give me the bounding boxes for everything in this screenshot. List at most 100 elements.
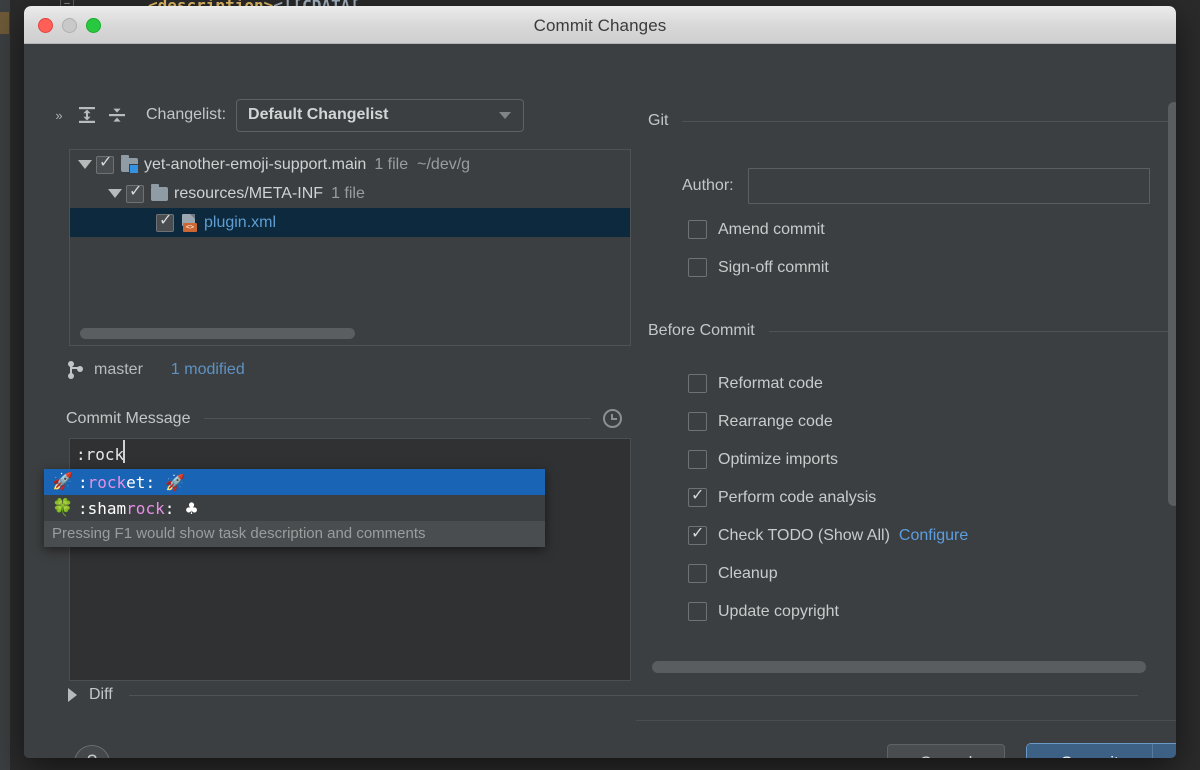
- section-divider: [204, 418, 591, 419]
- branch-node-bottom: [68, 373, 74, 379]
- right-panel: Git Author: Amend commit Sign-off commit…: [636, 44, 1176, 758]
- tree-row-checkbox[interactable]: [96, 154, 114, 174]
- autocomplete-item-preview: 🚀: [165, 472, 185, 492]
- table-row[interactable]: <> plugin.xml: [70, 208, 630, 237]
- reformat-code-option[interactable]: Reformat code: [688, 374, 823, 393]
- folder-icon: [151, 183, 168, 201]
- autocomplete-match: rock: [126, 498, 165, 518]
- reformat-code-checkbox[interactable]: [688, 374, 707, 393]
- collapse-all-glyph: [109, 108, 125, 122]
- xml-file-icon: <>: [181, 213, 197, 232]
- help-icon[interactable]: ?: [74, 745, 110, 758]
- tree-expand-toggle[interactable]: [78, 160, 92, 169]
- cleanup-checkbox[interactable]: [688, 564, 707, 583]
- check-todo-checkbox[interactable]: [688, 524, 707, 545]
- collapse-all-icon[interactable]: [102, 100, 132, 130]
- tree-expand-toggle[interactable]: [108, 189, 122, 198]
- autocomplete-suffix: :: [164, 498, 175, 518]
- rearrange-code-option[interactable]: Rearrange code: [688, 412, 833, 431]
- author-field[interactable]: [747, 168, 1150, 204]
- xml-file-fold: [190, 213, 195, 219]
- update-copyright-checkbox[interactable]: [688, 602, 707, 621]
- ide-left-gutter: [0, 0, 10, 770]
- expand-all-icon[interactable]: [72, 100, 102, 130]
- chevron-right-icon[interactable]: [68, 688, 77, 702]
- perform-code-analysis-option[interactable]: Perform code analysis: [688, 486, 876, 507]
- cleanup-option[interactable]: Cleanup: [688, 564, 778, 583]
- author-row: Author:: [682, 168, 1150, 204]
- tree-row-name: plugin.xml: [204, 213, 277, 231]
- clock-icon[interactable]: [603, 409, 622, 428]
- section-divider: [682, 120, 1176, 122]
- rearrange-code-checkbox[interactable]: [688, 412, 707, 431]
- commit-dropdown-button[interactable]: [1152, 744, 1176, 758]
- changelist-toolbar: » Changelist: Default Changelist: [46, 98, 525, 132]
- autocomplete-prefix: :sham: [78, 498, 127, 518]
- optimize-imports-label: Optimize imports: [718, 450, 839, 468]
- tree-row-checkbox[interactable]: [156, 212, 174, 232]
- amend-commit-checkbox[interactable]: [688, 220, 707, 239]
- overflow-chevrons-icon[interactable]: »: [46, 100, 72, 130]
- autocomplete-item[interactable]: 🚀 :rocket: 🚀: [44, 469, 545, 495]
- table-row[interactable]: yet-another-emoji-support.main 1 file ~/…: [70, 150, 630, 179]
- tree-row-name: resources/META-INF: [174, 184, 324, 202]
- commit-button-group: Commit: [1027, 744, 1176, 758]
- amend-commit-option[interactable]: Amend commit: [688, 220, 825, 239]
- check-todo-option[interactable]: Check TODO (Show All) Configure: [688, 524, 968, 545]
- autocomplete-item-code: :rocket:: [78, 473, 155, 492]
- check-todo-label: Check TODO (Show All): [718, 526, 890, 544]
- changed-files-tree[interactable]: yet-another-emoji-support.main 1 file ~/…: [69, 149, 631, 346]
- chevron-down-icon: [499, 111, 512, 119]
- autocomplete-item-code: :shamrock:: [78, 499, 174, 518]
- changelist-dropdown[interactable]: Default Changelist: [236, 98, 525, 132]
- diff-label: Diff: [89, 686, 113, 703]
- before-commit-section-title: Before Commit: [648, 322, 755, 339]
- dialog-body: » Changelist: Default Changelist ✓ yet-a…: [24, 44, 1176, 758]
- tree-row-name: yet-another-emoji-support.main: [144, 155, 367, 173]
- update-copyright-label: Update copyright: [718, 602, 839, 620]
- tree-row-checkbox[interactable]: [126, 183, 144, 203]
- commit-message-value: :rock: [76, 445, 125, 464]
- tree-horizontal-scrollbar[interactable]: [80, 328, 355, 339]
- commit-button[interactable]: Commit: [1027, 744, 1152, 758]
- commit-changes-dialog: Commit Changes » Changelist: Default Cha…: [24, 6, 1176, 758]
- module-folder-icon: [121, 154, 139, 174]
- reformat-code-label: Reformat code: [718, 374, 823, 392]
- optimize-imports-checkbox[interactable]: [688, 450, 707, 469]
- sign-off-commit-checkbox[interactable]: [688, 258, 707, 277]
- sign-off-commit-option[interactable]: Sign-off commit: [688, 258, 829, 277]
- dialog-titlebar[interactable]: Commit Changes: [24, 6, 1176, 44]
- autocomplete-suffix: et:: [126, 472, 156, 492]
- autocomplete-prefix: :: [78, 472, 88, 492]
- commit-message-label: Commit Message: [66, 409, 191, 427]
- tree-row-filecount: 1 file: [331, 184, 365, 202]
- autocomplete-item[interactable]: 🍀 :shamrock: ♣: [44, 495, 545, 521]
- branch-node-right: [77, 366, 83, 372]
- sign-off-commit-label: Sign-off commit: [718, 258, 829, 276]
- optimize-imports-option[interactable]: Optimize imports: [688, 450, 838, 469]
- table-row[interactable]: resources/META-INF 1 file: [70, 179, 630, 208]
- section-divider: [768, 330, 1176, 332]
- autocomplete-match: rock: [87, 472, 127, 492]
- right-panel-horizontal-scrollbar[interactable]: [652, 661, 1146, 673]
- changelist-label: Changelist:: [146, 106, 227, 123]
- git-section-title: Git: [648, 112, 669, 129]
- tree-row-path: ~/dev/g: [417, 155, 471, 173]
- emoji-autocomplete-popup[interactable]: 🚀 :rocket: 🚀 🍀 :shamrock: ♣ Pressing F1 …: [44, 469, 545, 547]
- perform-code-analysis-checkbox[interactable]: [688, 486, 707, 507]
- footer-divider: [636, 720, 1176, 721]
- autocomplete-hint: Pressing F1 would show task description …: [44, 521, 545, 547]
- dialog-title: Commit Changes: [533, 16, 667, 35]
- git-branch-icon: [68, 360, 84, 380]
- update-copyright-option[interactable]: Update copyright: [688, 602, 839, 621]
- expand-all-glyph: [79, 107, 95, 123]
- cancel-button[interactable]: Cancel: [887, 744, 1005, 758]
- branch-name: master: [94, 361, 143, 378]
- right-panel-vertical-scrollbar[interactable]: [1168, 102, 1176, 506]
- configure-todo-link[interactable]: Configure: [899, 527, 968, 545]
- text-caret: [123, 440, 125, 463]
- modified-files-count[interactable]: 1 modified: [171, 361, 245, 379]
- branch-status-row: master 1 modified: [68, 356, 245, 384]
- branch-node-top: [68, 361, 74, 367]
- cleanup-label: Cleanup: [718, 564, 778, 582]
